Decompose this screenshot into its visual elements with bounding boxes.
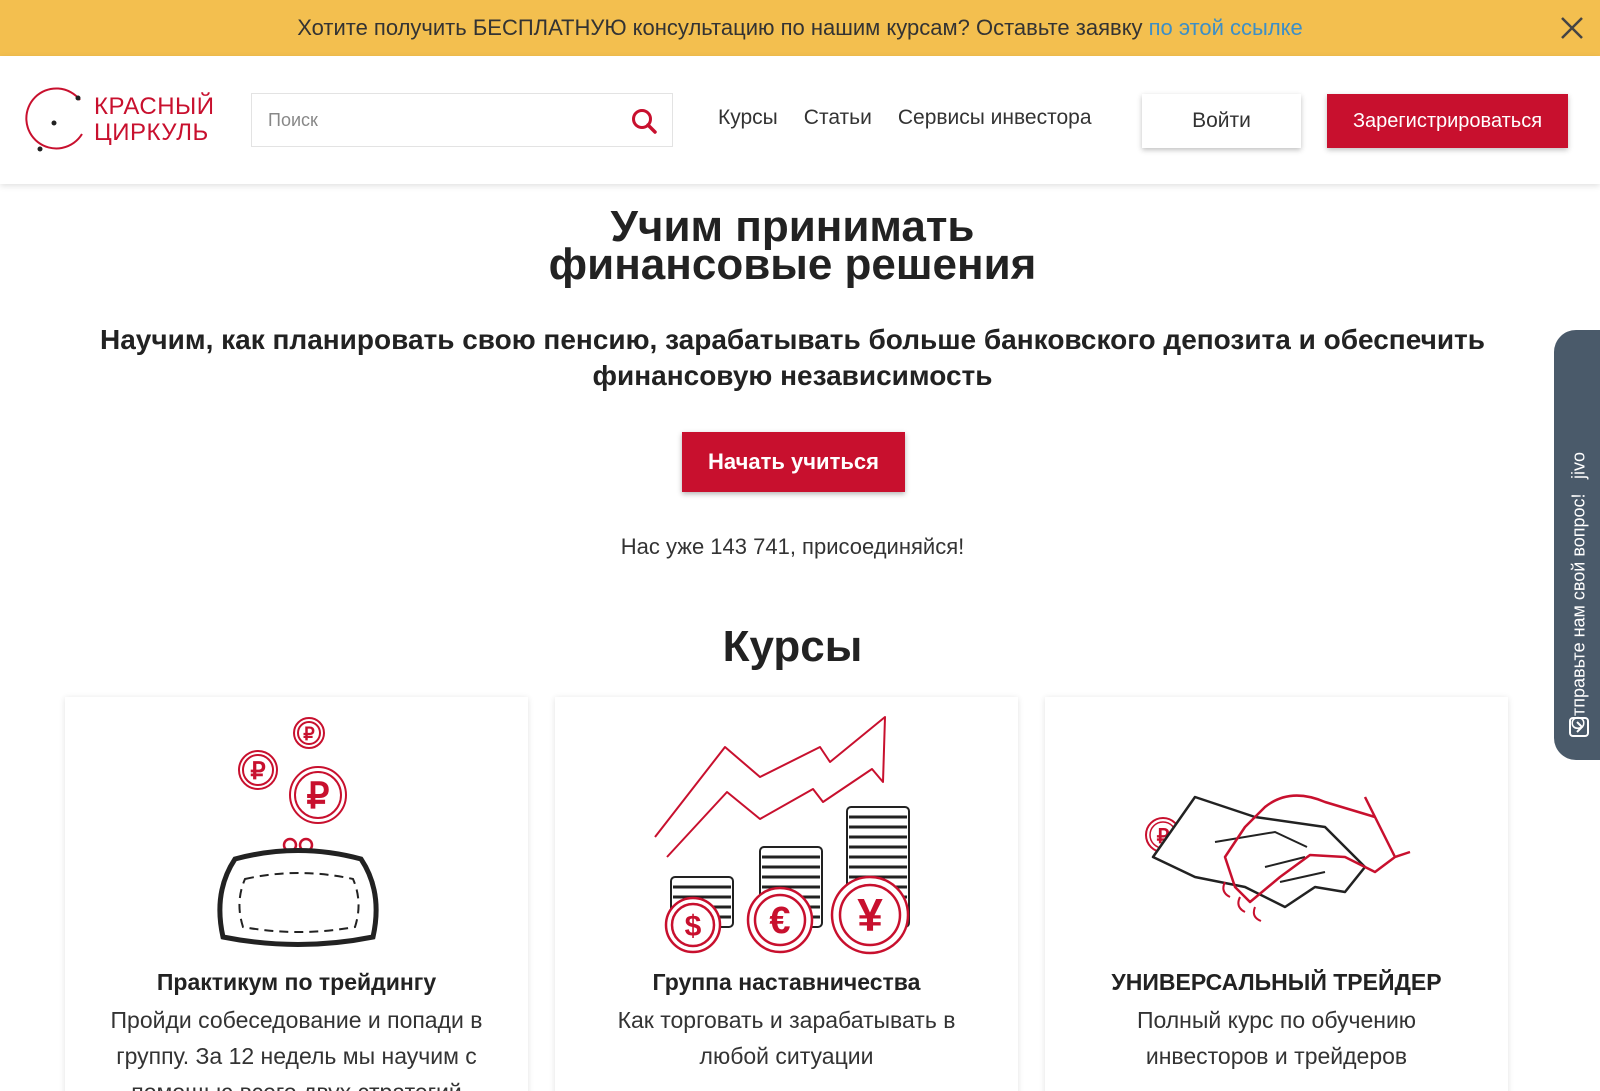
course-card-trading-practicum[interactable]: ₽ ₽ ₽ Практикум по трейдингу Пройди собе… — [65, 697, 528, 1091]
nav-item-courses[interactable]: Курсы — [718, 106, 778, 130]
chat-arrow-icon — [1569, 717, 1589, 737]
svg-text:₽: ₽ — [250, 758, 265, 785]
main-nav: Курсы Статьи Сервисы инвестора — [718, 106, 1092, 130]
jivo-brand: jivo — [1568, 452, 1589, 480]
svg-text:₽: ₽ — [307, 775, 330, 816]
logo-text: КРАСНЫЙ ЦИРКУЛЬ — [94, 94, 215, 146]
search-icon[interactable] — [630, 107, 658, 135]
card-title: Практикум по трейдингу — [156, 969, 437, 995]
start-learning-button[interactable]: Начать учиться — [682, 432, 905, 492]
svg-text:€: € — [769, 900, 790, 942]
card-title: УНИВЕРСАЛЬНЫЙ ТРЕЙДЕР — [1111, 969, 1442, 995]
svg-text:$: $ — [685, 910, 702, 943]
jivo-chat-label: Отправьте нам свой вопрос! jivo — [1566, 370, 1592, 730]
register-button[interactable]: Зарегистрироваться — [1327, 94, 1568, 148]
search-box — [251, 93, 673, 147]
search-input[interactable] — [252, 94, 592, 146]
card-description: Пройди собеседование и попади в группу. … — [110, 1007, 483, 1091]
jivo-chat-tab[interactable]: Отправьте нам свой вопрос! jivo — [1554, 330, 1600, 760]
logo-line2: ЦИРКУЛЬ — [94, 119, 209, 146]
hero-title-line2: финансовые решения — [548, 240, 1037, 289]
banner-text: Хотите получить БЕСПЛАТНУЮ консультацию … — [297, 15, 1143, 40]
logo[interactable]: КРАСНЫЙ ЦИРКУЛЬ — [20, 86, 220, 156]
jivo-question-text: Отправьте нам свой вопрос! — [1568, 493, 1589, 731]
nav-item-articles[interactable]: Статьи — [804, 106, 872, 130]
growth-coins-icon: $ € ¥ — [654, 716, 910, 955]
hero-subtitle: Научим, как планировать свою пенсию, зар… — [100, 324, 1485, 391]
logo-line1: КРАСНЫЙ — [94, 93, 215, 120]
students-counter: Нас уже 143 741, присоединяйся! — [620, 534, 965, 559]
site-header: КРАСНЫЙ ЦИРКУЛЬ Курсы Статьи Сервисы инв… — [0, 56, 1600, 184]
courses-heading: Курсы — [722, 622, 863, 671]
svg-text:¥: ¥ — [857, 889, 883, 941]
card-description: Как торговать и зарабатывать в любой сит… — [617, 1007, 956, 1069]
close-icon[interactable] — [1556, 12, 1588, 44]
card-title: Группа наставничества — [652, 969, 921, 995]
handshake-icon: ₽ — [1145, 794, 1411, 922]
course-card-mentorship-group[interactable]: $ € ¥ Группа наставничества Как торговат… — [555, 697, 1018, 1091]
promo-banner: Хотите получить БЕСПЛАТНУЮ консультацию … — [0, 0, 1600, 56]
wallet-coins-icon: ₽ ₽ ₽ — [217, 717, 379, 947]
nav-item-investor-services[interactable]: Сервисы инвестора — [898, 106, 1092, 130]
card-description: Полный курс по обучению инвесторов и тре… — [1136, 1007, 1417, 1069]
svg-text:₽: ₽ — [303, 724, 315, 744]
hero-title: Учим принимать финансовые решения — [0, 205, 1585, 289]
login-button[interactable]: Войти — [1142, 94, 1301, 148]
logo-circle-icon — [25, 87, 83, 152]
course-card-universal-trader[interactable]: ₽ УНИВЕРСАЛЬНЫЙ ТРЕЙДЕР Полный курс по о… — [1045, 697, 1508, 1091]
banner-link[interactable]: по этой ссылке — [1149, 15, 1303, 41]
